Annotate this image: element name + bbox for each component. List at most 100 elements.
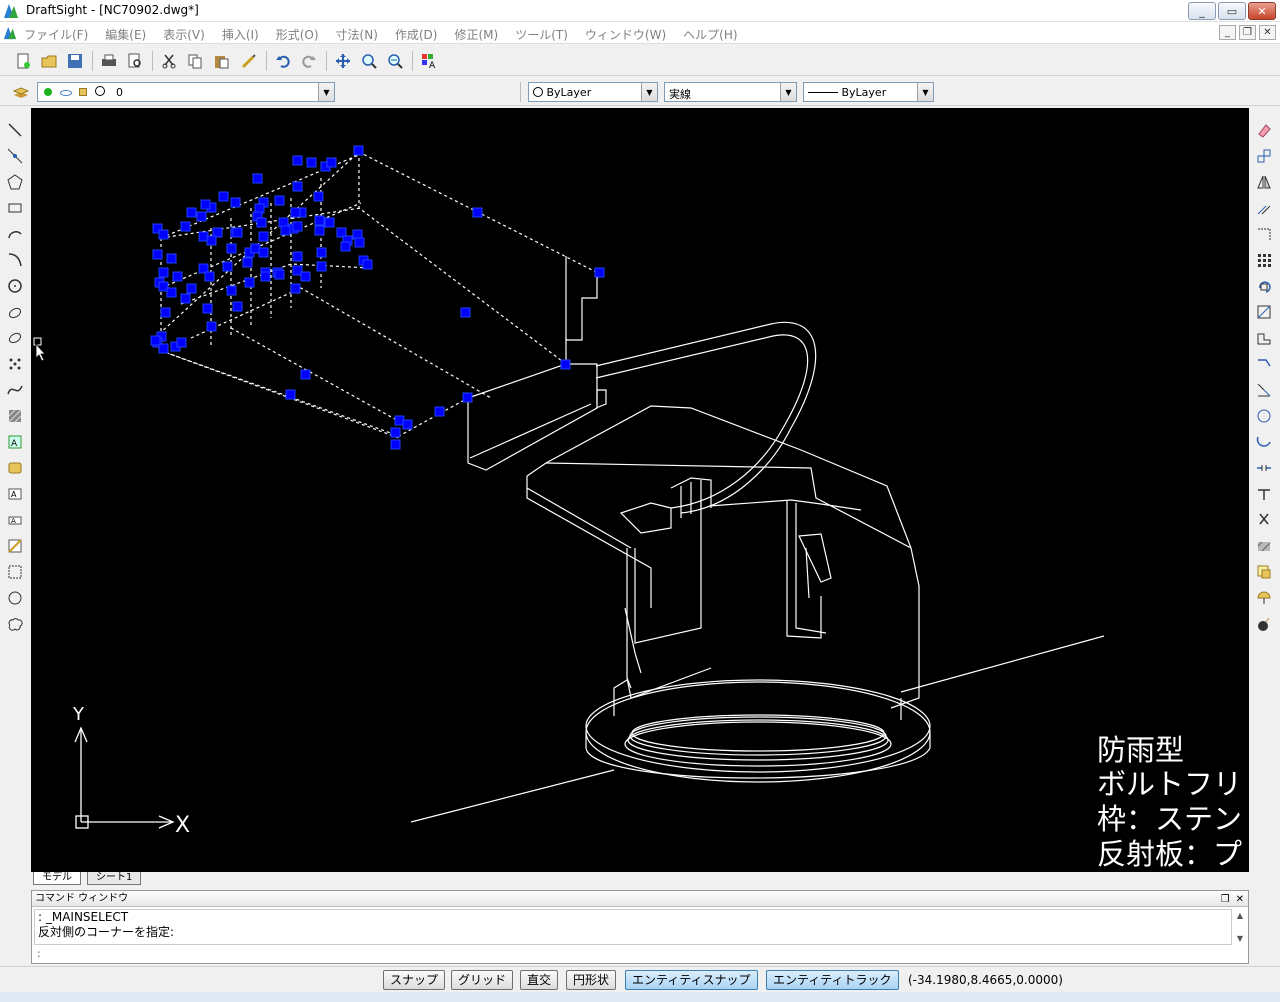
edit-note-icon[interactable]: [1254, 562, 1274, 582]
command-window-header: コマンド ウィンドウ ❐ ✕: [32, 891, 1248, 907]
undo-icon[interactable]: [272, 50, 294, 72]
menu-edit[interactable]: 編集(E): [105, 26, 146, 43]
print-preview-icon[interactable]: [124, 50, 146, 72]
command-window-float-icon[interactable]: ❐: [1221, 892, 1230, 907]
linetype-combo[interactable]: 実線 ▼: [664, 82, 797, 102]
menu-tools[interactable]: ツール(T): [515, 26, 568, 43]
explode-bomb-icon[interactable]: [1254, 614, 1274, 634]
offset-icon[interactable]: [1254, 198, 1274, 218]
menu-help[interactable]: ヘルプ(H): [683, 26, 737, 43]
doc-close-button[interactable]: ✕: [1259, 25, 1276, 40]
menu-window[interactable]: ウィンドウ(W): [585, 26, 666, 43]
eraser-icon[interactable]: [1254, 120, 1274, 140]
fillet-icon[interactable]: [1254, 406, 1274, 426]
lineweight-combo[interactable]: ByLayer ▼: [803, 82, 934, 102]
copy-entity-icon[interactable]: [1254, 146, 1274, 166]
scale-icon[interactable]: [1254, 302, 1274, 322]
menu-file[interactable]: ファイル(F): [24, 26, 88, 43]
color-combo[interactable]: ByLayer ▼: [528, 82, 658, 102]
polygon-icon[interactable]: [5, 172, 25, 192]
table-icon[interactable]: [5, 536, 25, 556]
menu-insert[interactable]: 挿入(I): [222, 26, 259, 43]
join-icon[interactable]: [1254, 484, 1274, 504]
doc-minimize-button[interactable]: _: [1219, 25, 1236, 40]
circle-icon[interactable]: [5, 276, 25, 296]
pan-icon[interactable]: [332, 50, 354, 72]
polar-toggle[interactable]: 円形状: [566, 970, 617, 990]
match-properties-icon[interactable]: [238, 50, 260, 72]
trim-icon[interactable]: [1254, 354, 1274, 374]
properties-icon[interactable]: [1254, 588, 1274, 608]
ellipse-icon[interactable]: [5, 328, 25, 348]
layer-manager-icon[interactable]: A: [418, 50, 440, 72]
rectangle-icon[interactable]: [5, 198, 25, 218]
paste-icon[interactable]: [210, 50, 232, 72]
scroll-up-icon[interactable]: ▲: [1237, 911, 1243, 920]
ellipse-arc-icon[interactable]: [5, 302, 25, 322]
zoom-window-icon[interactable]: [358, 50, 380, 72]
ortho-toggle[interactable]: 直交: [520, 970, 559, 990]
open-icon[interactable]: [38, 50, 60, 72]
snap-toggle[interactable]: スナップ: [383, 970, 446, 990]
insert-block-icon[interactable]: [5, 458, 25, 478]
extend-icon[interactable]: [1254, 380, 1274, 400]
tab-sheet1[interactable]: シート1: [87, 872, 142, 885]
copy-icon[interactable]: [184, 50, 206, 72]
entity-snap-toggle[interactable]: エンティティスナップ: [625, 970, 758, 990]
note-icon[interactable]: A: [5, 484, 25, 504]
donut-icon[interactable]: [5, 588, 25, 608]
redo-icon[interactable]: [298, 50, 320, 72]
line-icon[interactable]: [5, 120, 25, 140]
arc-icon[interactable]: [5, 224, 25, 244]
cut-icon[interactable]: [158, 50, 180, 72]
scroll-down-icon[interactable]: ▼: [1237, 934, 1243, 943]
zoom-previous-icon[interactable]: [384, 50, 406, 72]
menu-dimension[interactable]: 寸法(N): [336, 26, 378, 43]
layer-properties-icon[interactable]: [10, 81, 32, 103]
restore-button[interactable]: ▭: [1218, 2, 1246, 20]
entity-track-toggle[interactable]: エンティティトラック: [766, 970, 899, 990]
rotate-icon[interactable]: [1254, 276, 1274, 296]
menu-format[interactable]: 形式(O): [276, 26, 319, 43]
edit-hatch-icon[interactable]: [1254, 536, 1274, 556]
doc-restore-button[interactable]: ❐: [1239, 25, 1256, 40]
infinite-line-icon[interactable]: [5, 146, 25, 166]
lineweight-value: ByLayer: [841, 86, 887, 99]
pattern-icon[interactable]: [1254, 224, 1274, 244]
point-icon[interactable]: [5, 354, 25, 374]
chamfer-icon[interactable]: [1254, 432, 1274, 452]
layer-dropdown-icon[interactable]: ▼: [318, 83, 334, 101]
close-button[interactable]: ✕: [1248, 2, 1276, 20]
spline-icon[interactable]: [5, 380, 25, 400]
menu-modify[interactable]: 修正(M): [454, 26, 498, 43]
linetype-dropdown-icon[interactable]: ▼: [780, 83, 796, 101]
command-input[interactable]: :: [34, 947, 1244, 962]
minimize-button[interactable]: _: [1188, 2, 1216, 20]
drawing-canvas[interactable]: Y X 防雨型 ボルトフリ 枠：ステン 反射板：プ: [31, 108, 1249, 872]
mirror-icon[interactable]: [1254, 172, 1274, 192]
lineweight-dropdown-icon[interactable]: ▼: [917, 83, 933, 101]
grid-toggle[interactable]: グリッド: [451, 970, 514, 990]
tab-model[interactable]: モデル: [33, 872, 81, 885]
save-icon[interactable]: [64, 50, 86, 72]
menu-view[interactable]: 表示(V): [163, 26, 205, 43]
simple-note-icon[interactable]: A: [5, 510, 25, 530]
region-icon[interactable]: [5, 562, 25, 582]
command-scrollbar[interactable]: ▲ ▼: [1234, 911, 1246, 943]
spline-arc-icon[interactable]: [5, 250, 25, 270]
layer-name: 0: [116, 86, 123, 99]
command-window-close-icon[interactable]: ✕: [1236, 892, 1244, 907]
array-icon[interactable]: [1254, 250, 1274, 270]
hatch-icon[interactable]: [5, 406, 25, 426]
block-icon[interactable]: A: [5, 432, 25, 452]
stretch-icon[interactable]: [1254, 328, 1274, 348]
revision-cloud-icon[interactable]: [5, 614, 25, 634]
break-icon[interactable]: [1254, 458, 1274, 478]
explode-icon[interactable]: [1254, 510, 1274, 530]
new-icon[interactable]: [12, 50, 34, 72]
layer-combo[interactable]: 0 ▼: [37, 82, 335, 102]
print-icon[interactable]: [98, 50, 120, 72]
menu-draw[interactable]: 作成(D): [395, 26, 438, 43]
document-icon[interactable]: [3, 26, 17, 40]
color-dropdown-icon[interactable]: ▼: [641, 83, 657, 101]
